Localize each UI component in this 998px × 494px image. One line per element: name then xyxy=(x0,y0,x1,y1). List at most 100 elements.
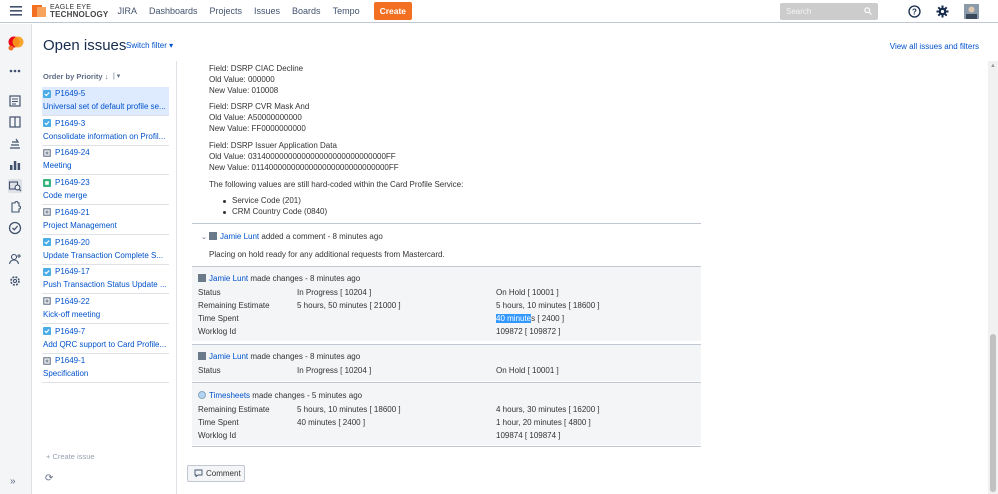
issue-key[interactable]: P1649-23 xyxy=(43,178,90,187)
components-icon[interactable] xyxy=(8,200,22,214)
nav-boards[interactable]: Boards xyxy=(292,6,321,16)
issue-summary[interactable]: Push Transaction Status Update ... xyxy=(43,280,169,289)
change-new: 4 hours, 30 minutes [ 16200 ] xyxy=(496,405,600,414)
task-checkbox-icon xyxy=(43,327,51,336)
issue-key[interactable]: P1649-24 xyxy=(43,148,90,157)
project-avatar-icon[interactable] xyxy=(7,34,25,52)
issue-list-item[interactable]: P1649-17 Push Transaction Status Update .… xyxy=(42,265,169,295)
issue-list-item[interactable]: P1649-3 Consolidate information on Profil… xyxy=(42,117,169,146)
issue-key[interactable]: P1649-1 xyxy=(43,356,85,365)
history-author-link[interactable]: Jamie Lunt xyxy=(209,274,248,283)
add-people-icon[interactable] xyxy=(8,252,22,266)
order-options-chevron-icon[interactable]: | ▾ xyxy=(113,72,120,80)
issue-list-item[interactable]: P1649-1 Specification xyxy=(42,354,169,384)
task-checkbox-icon xyxy=(43,238,51,246)
issue-key[interactable]: P1649-20 xyxy=(43,238,90,247)
create-issue-link[interactable]: + Create issue xyxy=(46,452,95,461)
divider xyxy=(192,446,701,447)
nav-tempo[interactable]: Tempo xyxy=(333,6,360,16)
help-icon[interactable]: ? xyxy=(908,5,921,18)
user-avatar-icon xyxy=(198,352,206,360)
nav-issues[interactable]: Issues xyxy=(254,6,280,16)
issue-summary[interactable]: Meeting xyxy=(43,161,169,170)
history-header: Jamie Lunt made changes - 8 minutes ago xyxy=(198,352,360,361)
issue-key[interactable]: P1649-7 xyxy=(43,327,85,336)
issue-summary[interactable]: Specification xyxy=(43,369,169,378)
logo-line2: TECHNOLOGY xyxy=(50,10,109,19)
issue-list-item[interactable]: P1649-20 Update Transaction Complete S... xyxy=(42,236,169,265)
search-input[interactable]: Search xyxy=(780,3,878,20)
company-logo[interactable]: EAGLE EYE TECHNOLOGY xyxy=(32,4,109,19)
issue-key[interactable]: P1649-21 xyxy=(43,208,90,217)
comment-action: added a comment - 8 minutes ago xyxy=(259,232,383,241)
issue-summary[interactable]: Kick-off meeting xyxy=(43,310,169,319)
issue-summary[interactable]: Code merge xyxy=(43,191,169,200)
new-value: New Value: FF0000000000 xyxy=(209,124,306,133)
comment-author-link[interactable]: Jamie Lunt xyxy=(220,232,259,241)
nav-jira[interactable]: JIRA xyxy=(117,6,137,16)
change-new: 109874 [ 109874 ] xyxy=(496,431,561,440)
new-value: New Value: 01140000000000000000000000000… xyxy=(209,163,399,172)
divider xyxy=(192,223,701,224)
change-field: Remaining Estimate xyxy=(198,301,270,310)
collapse-chevron-icon[interactable]: ⌄ xyxy=(201,233,207,241)
task-checkbox-icon xyxy=(43,119,51,128)
change-new-rest: s [ 2400 ] xyxy=(531,314,565,323)
scrollbar-thumb[interactable] xyxy=(990,334,996,492)
issue-summary[interactable]: Project Management xyxy=(43,221,169,230)
timesheets-icon[interactable] xyxy=(8,221,22,235)
issue-summary[interactable]: Consolidate information on Profil... xyxy=(43,132,169,141)
expand-sidebar-icon[interactable]: » xyxy=(10,476,16,487)
menu-icon[interactable] xyxy=(4,0,28,23)
switch-filter-dropdown[interactable]: Switch filter ▾ xyxy=(126,41,173,50)
more-icon[interactable] xyxy=(8,64,22,78)
board-icon[interactable] xyxy=(8,115,22,129)
issue-key[interactable]: P1649-3 xyxy=(43,119,85,128)
issue-detail-panel: Field: DSRP CIAC Decline Old Value: 0000… xyxy=(178,61,988,494)
nav-projects[interactable]: Projects xyxy=(210,6,243,16)
issue-summary[interactable]: Update Transaction Complete S... xyxy=(43,251,169,260)
issue-list-item[interactable]: P1649-24 Meeting xyxy=(42,146,169,176)
project-settings-icon[interactable] xyxy=(8,274,22,288)
releases-icon[interactable] xyxy=(8,137,22,151)
order-by-sort[interactable]: Order by Priority ↓ xyxy=(43,72,108,81)
issue-key[interactable]: P1649-17 xyxy=(43,267,90,276)
gear-icon[interactable] xyxy=(936,5,949,18)
issue-key[interactable]: P1649-22 xyxy=(43,297,90,306)
comment-icon xyxy=(194,469,203,479)
change-new: On Hold [ 10001 ] xyxy=(496,288,559,297)
change-new: 5 hours, 10 minutes [ 18600 ] xyxy=(496,301,600,310)
backlog-icon[interactable] xyxy=(8,94,22,108)
comment-button[interactable]: Comment xyxy=(187,465,245,482)
task-checkbox-icon xyxy=(43,89,51,98)
refresh-icon[interactable]: ⟳ xyxy=(45,473,53,484)
user-avatar-icon xyxy=(198,274,206,282)
detail-scrollbar[interactable]: ▲ xyxy=(988,61,998,494)
issue-summary[interactable]: Universal set of default profile se... xyxy=(43,102,169,111)
issue-list-item[interactable]: P1649-22 Kick-off meeting xyxy=(42,295,169,324)
user-avatar[interactable] xyxy=(964,4,979,19)
scroll-up-icon[interactable]: ▲ xyxy=(990,63,996,69)
view-all-issues-link[interactable]: View all issues and filters xyxy=(890,42,979,51)
history-author-link[interactable]: Jamie Lunt xyxy=(209,352,248,361)
nav-dashboards[interactable]: Dashboards xyxy=(149,6,198,16)
issues-search-icon[interactable] xyxy=(8,179,22,193)
project-sidebar-rail xyxy=(0,24,32,494)
issue-list-item[interactable]: P1649-5 Universal set of default profile … xyxy=(42,87,169,116)
reports-icon[interactable] xyxy=(8,158,22,172)
change-new: 40 minutes [ 2400 ] xyxy=(496,314,564,323)
subtask-icon xyxy=(43,208,51,217)
change-old: 40 minutes [ 2400 ] xyxy=(297,418,366,427)
create-button[interactable]: Create xyxy=(373,2,413,20)
history-action: made changes - 5 minutes ago xyxy=(250,391,363,400)
issue-list-item[interactable]: P1649-23 Code merge xyxy=(42,176,169,206)
issue-key-label: P1649-24 xyxy=(55,148,90,158)
issue-summary[interactable]: Add QRC support to Card Profile... xyxy=(43,340,169,349)
task-checkbox-icon xyxy=(43,267,51,276)
bullet-item: CRM Country Code (0840) xyxy=(232,207,328,216)
issue-list-item[interactable]: P1649-7 Add QRC support to Card Profile..… xyxy=(42,325,169,354)
history-author-link[interactable]: Timesheets xyxy=(209,391,250,400)
issue-list-item[interactable]: P1649-21 Project Management xyxy=(42,206,169,235)
issue-key[interactable]: P1649-5 xyxy=(43,89,85,98)
bullet-dot xyxy=(223,200,226,203)
